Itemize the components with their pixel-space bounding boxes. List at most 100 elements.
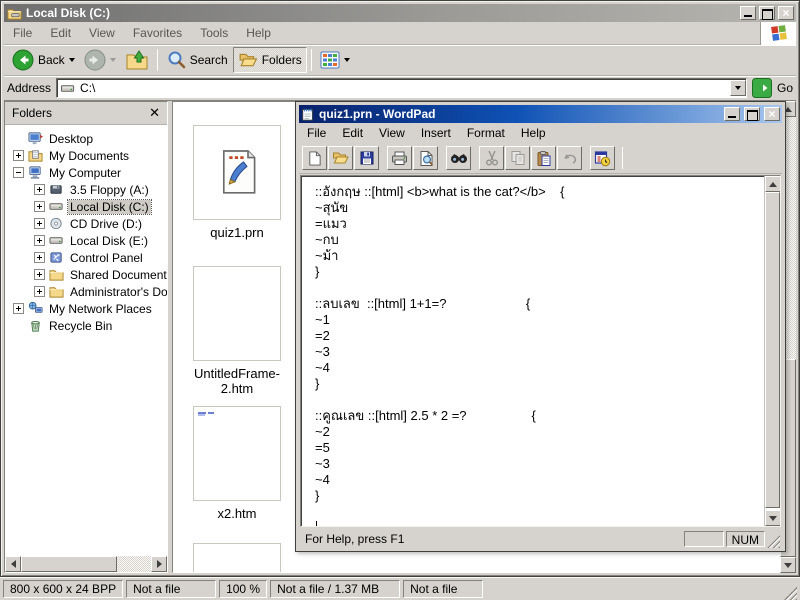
address-input[interactable]: C:\ [56,78,747,98]
menu-view[interactable]: View [80,23,124,43]
scroll-left-icon[interactable] [5,556,21,572]
status-zoom: 100 % [219,580,267,598]
tree-item-my-documents[interactable]: My Documents [5,147,167,164]
expand-icon[interactable] [34,286,45,297]
go-label: Go [777,81,793,95]
explorer-titlebar[interactable]: Local Disk (C:) × [4,4,796,22]
wordpad-vertical-scrollbar[interactable] [764,176,780,526]
address-dropdown-button[interactable] [730,80,746,96]
tree-item-cd-drive-d[interactable]: CD Drive (D:) [5,215,167,232]
tree-item-floppy-a[interactable]: 3.5 Floppy (A:) [5,181,167,198]
maximize-button[interactable] [744,107,760,121]
date-time-button[interactable] [590,146,615,170]
scroll-up-icon[interactable] [765,176,781,192]
tree-item-control-panel[interactable]: Control Panel [5,249,167,266]
tree-item-shared-documents[interactable]: Shared Documents [5,266,167,283]
tree-item-local-disk-c[interactable]: Local Disk (C:) [5,198,167,215]
new-document-button[interactable] [302,146,327,170]
maximize-button[interactable] [759,6,775,20]
print-preview-button[interactable] [413,146,438,170]
menu-view[interactable]: View [371,123,413,143]
wordpad-window: quiz1.prn - WordPad × File Edit View Ins… [295,101,786,552]
close-icon[interactable]: ✕ [149,105,160,121]
forward-dropdown-icon[interactable] [110,58,116,62]
cut-button[interactable] [479,146,504,170]
find-button[interactable] [446,146,471,170]
copy-button[interactable] [505,146,530,170]
folders-button[interactable]: Folders [233,47,307,73]
resize-grip[interactable] [784,587,797,600]
scrollbar-track[interactable] [117,556,151,572]
undo-button[interactable] [557,146,582,170]
tree-item-recycle-bin[interactable]: Recycle Bin [5,317,167,334]
scrollbar-track[interactable] [765,192,780,510]
search-button[interactable]: Search [162,47,232,73]
explorer-toolbar: Back Search Folders [4,45,796,76]
back-dropdown-icon[interactable] [69,58,75,62]
status-file-size: Not a file / 1.37 MB [270,580,400,598]
expand-icon[interactable] [34,252,45,263]
file-item-partial[interactable] [193,543,281,573]
menu-file[interactable]: File [299,123,334,143]
menu-edit[interactable]: Edit [334,123,371,143]
up-button[interactable] [121,47,153,73]
folders-horizontal-scrollbar[interactable] [5,556,167,572]
scroll-right-icon[interactable] [151,556,167,572]
menu-help[interactable]: Help [513,123,554,143]
file-item-quiz1[interactable]: quiz1.prn [193,125,281,240]
views-dropdown-icon[interactable] [344,58,350,62]
scrollbar-thumb[interactable] [21,556,117,572]
file-item-x2[interactable]: x2.htm [193,406,281,521]
expand-icon[interactable] [34,184,45,195]
up-folder-icon [125,49,149,71]
toolbar-separator [622,147,623,169]
tree-item-administrator-documents[interactable]: Administrator's Docu [5,283,167,300]
go-arrow-icon[interactable] [752,78,772,98]
menu-file[interactable]: File [4,23,41,43]
menu-format[interactable]: Format [459,123,513,143]
menu-insert[interactable]: Insert [413,123,459,143]
thumbnail [193,125,281,220]
minimize-button[interactable] [724,107,740,121]
paste-button[interactable] [531,146,556,170]
menu-edit[interactable]: Edit [41,23,80,43]
print-button[interactable] [387,146,412,170]
expand-icon[interactable] [13,303,24,314]
expand-icon[interactable] [34,269,45,280]
document-icon [215,145,259,201]
menu-favorites[interactable]: Favorites [124,23,191,43]
expand-icon[interactable] [34,201,45,212]
scrollbar-thumb[interactable] [765,192,780,508]
forward-button[interactable] [80,47,120,73]
views-button[interactable] [316,47,354,73]
menu-help[interactable]: Help [237,23,280,43]
collapse-icon[interactable] [13,167,24,178]
tree-item-my-network-places[interactable]: My Network Places [5,300,167,317]
open-icon [332,150,349,166]
open-button[interactable] [328,146,353,170]
tree-item-local-disk-e[interactable]: Local Disk (E:) [5,232,167,249]
thumbnail [193,266,281,361]
menu-tools[interactable]: Tools [191,23,237,43]
scroll-down-icon[interactable] [765,510,781,526]
expand-icon[interactable] [13,150,24,161]
search-icon [166,50,186,70]
wordpad-titlebar[interactable]: quiz1.prn - WordPad × [299,105,782,123]
resize-grip[interactable] [767,535,780,548]
expand-icon[interactable] [34,218,45,229]
tree-item-desktop[interactable]: Desktop [5,130,167,147]
scroll-down-icon[interactable] [780,557,796,573]
file-item-untitledframe2[interactable]: UntitledFrame-2.htm [193,266,281,396]
wordpad-document[interactable]: ::อังกฤษ ::[html] <b>what is the cat?</b… [300,175,781,527]
document-text[interactable]: ::อังกฤษ ::[html] <b>what is the cat?</b… [301,176,764,526]
expand-icon[interactable] [34,235,45,246]
explorer-title: Local Disk (C:) [26,6,737,20]
minimize-button[interactable] [740,6,756,20]
status-file-1: Not a file [126,580,216,598]
text-caret [316,521,317,527]
tree-item-my-computer[interactable]: My Computer [5,164,167,181]
save-button[interactable] [354,146,379,170]
close-button[interactable]: × [764,107,780,121]
close-button[interactable]: × [778,6,794,20]
back-button[interactable]: Back [8,47,79,73]
